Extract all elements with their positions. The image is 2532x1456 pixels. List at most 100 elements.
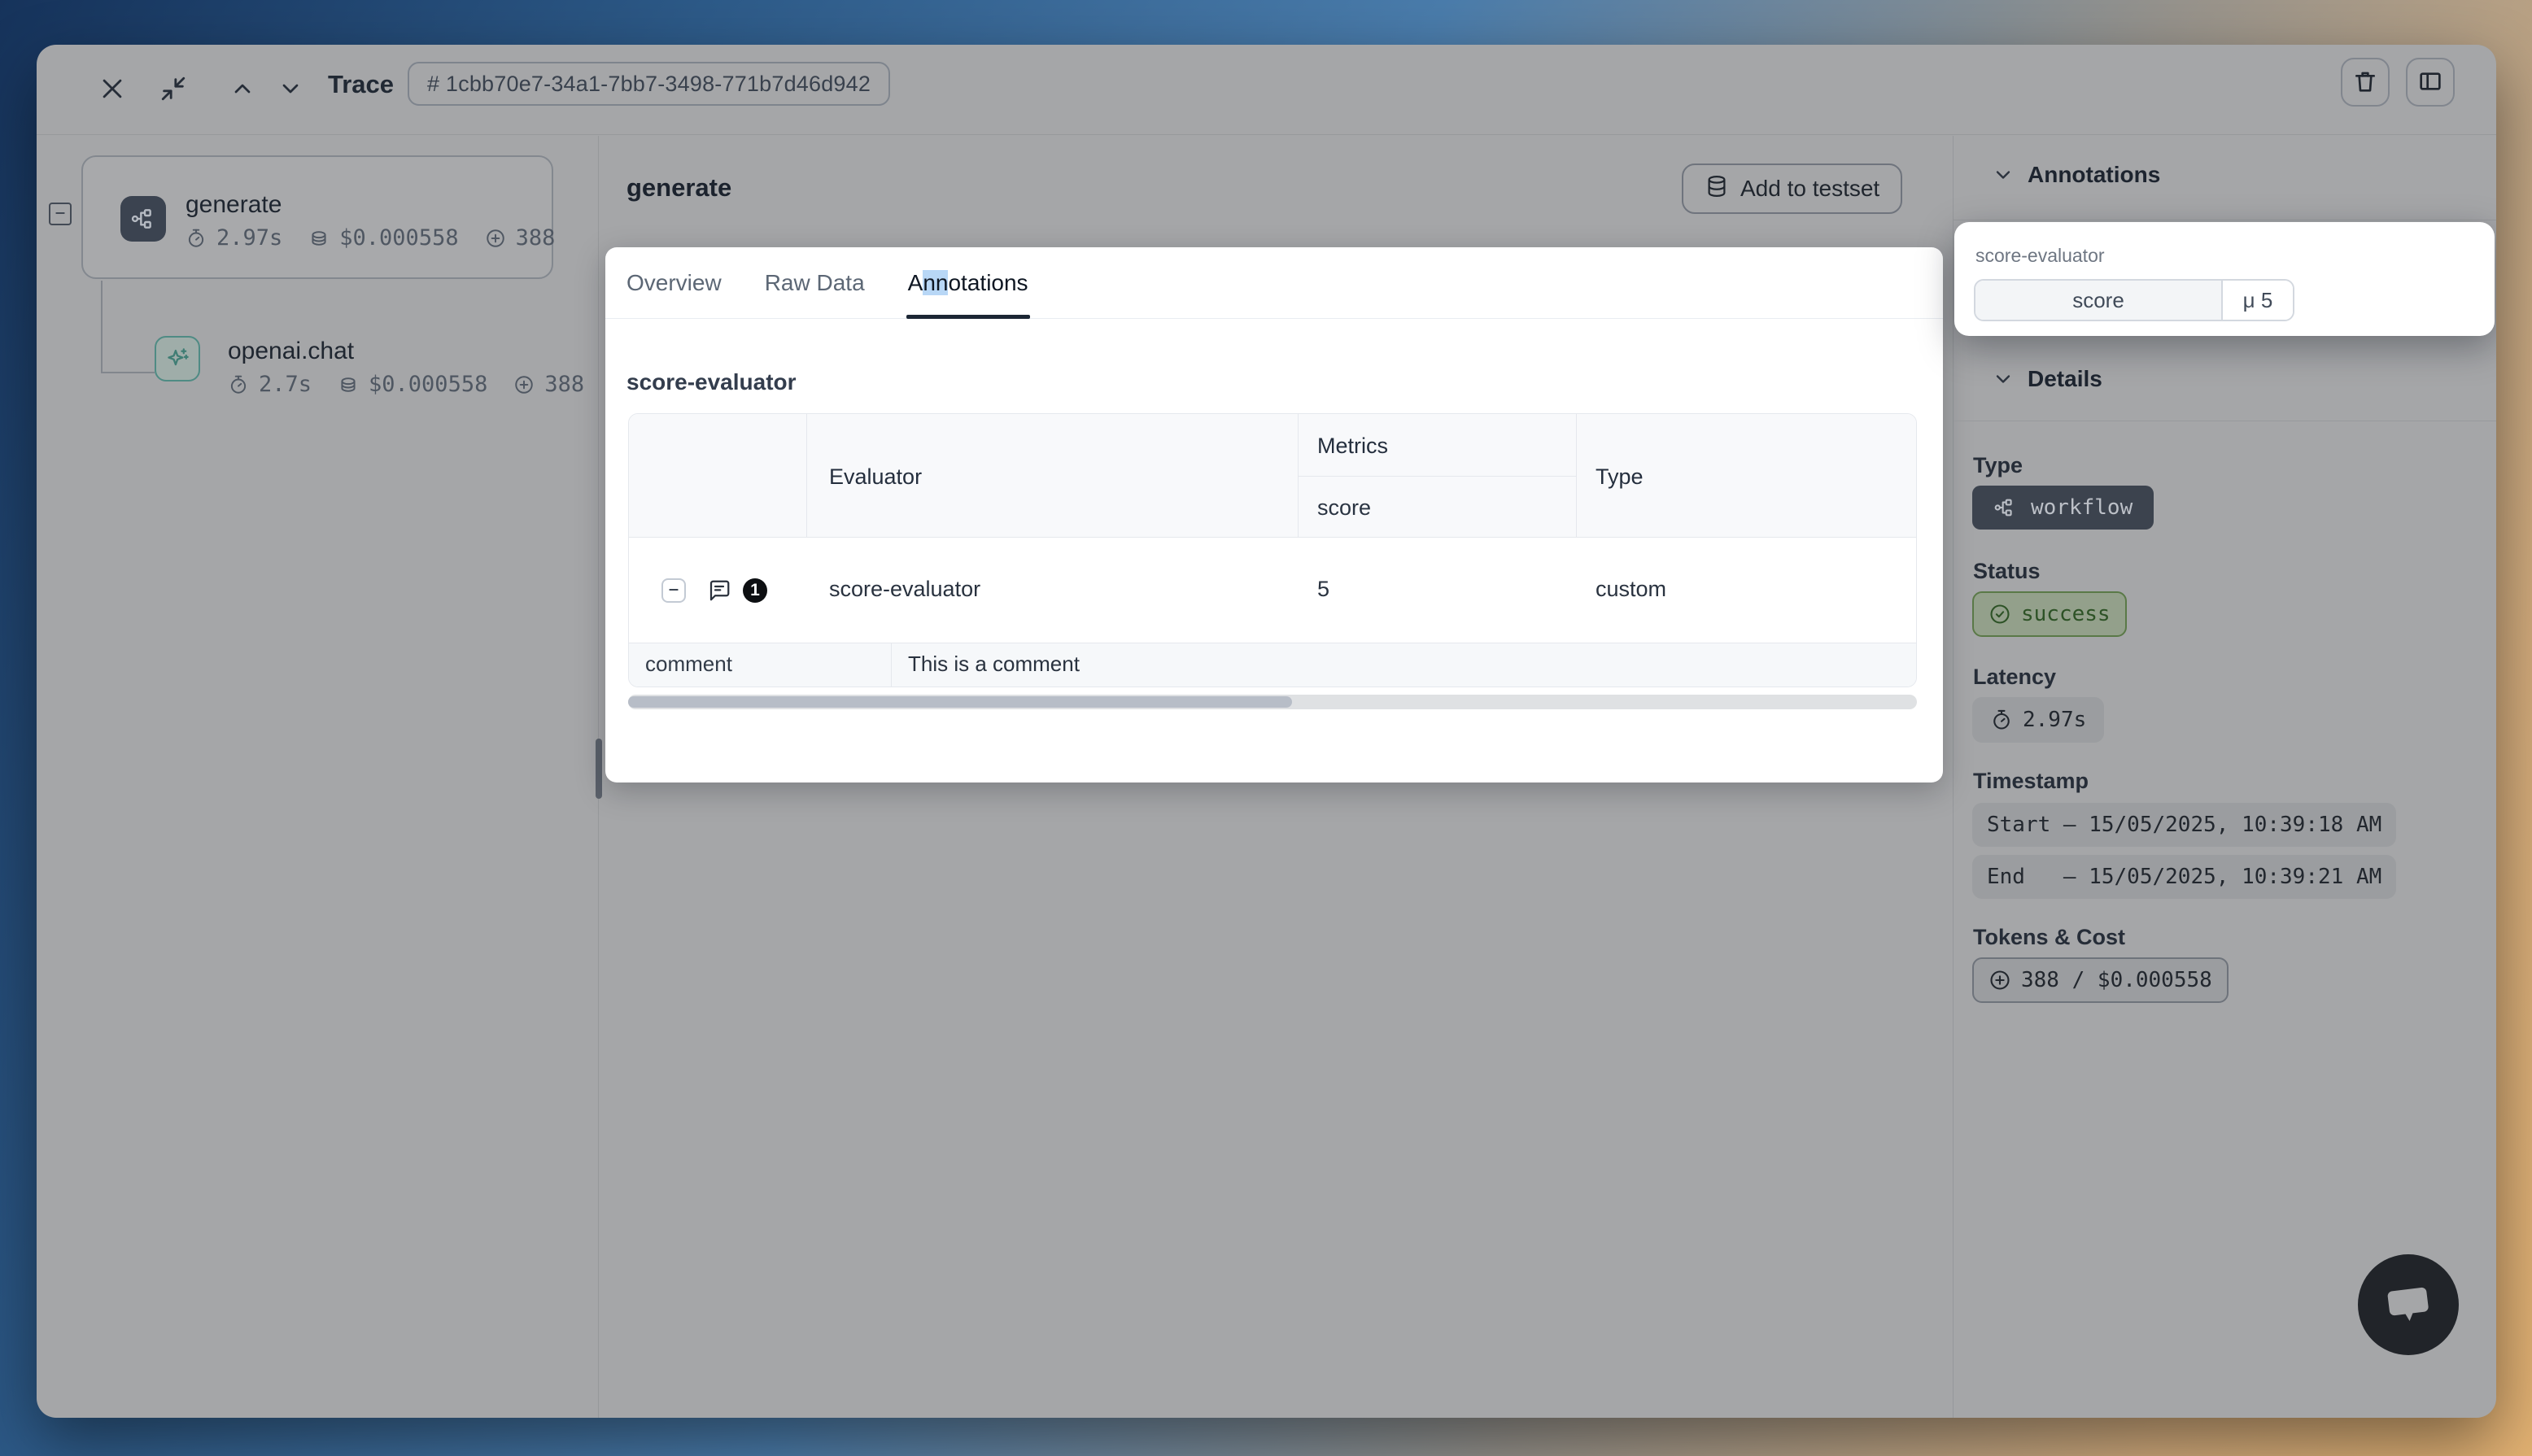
- chevron-down-icon: [1992, 368, 2015, 390]
- node-stats: 2.7s $0.000558 388: [228, 372, 584, 397]
- column-header-evaluator: Evaluator: [829, 464, 922, 490]
- close-button[interactable]: [94, 45, 131, 135]
- node-stats: 2.97s $0.000558 388: [186, 225, 555, 251]
- tokens-cost-badge: 388 / $0.000558: [1972, 957, 2229, 1003]
- side-panel-toggle-button[interactable]: [2406, 58, 2455, 107]
- tab-label: Annotations: [908, 270, 1028, 296]
- scrollbar-thumb[interactable]: [628, 696, 1292, 708]
- workflow-icon: [1993, 496, 2016, 519]
- panel-layout-icon: [2417, 68, 2443, 97]
- node-cost: $0.000558: [369, 372, 487, 397]
- tab-label: Raw Data: [765, 270, 865, 296]
- workflow-icon: [120, 196, 166, 242]
- add-to-testset-button[interactable]: Add to testset: [1682, 163, 1902, 214]
- column-header-type: Type: [1596, 464, 1644, 490]
- trace-tree-sidebar: generate 2.97s $0.000558 388 openai.chat: [37, 136, 598, 1418]
- column-header-metrics: Metrics: [1317, 434, 1388, 459]
- node-latency: 2.7s: [259, 372, 312, 397]
- table-header: Evaluator Metrics score Type: [629, 414, 1916, 538]
- tree-connector: [101, 281, 103, 372]
- status-value: success: [2021, 602, 2111, 626]
- database-icon: [1705, 174, 1729, 204]
- text-selection: nn: [923, 270, 948, 295]
- annotation-evaluator-label: score-evaluator: [1975, 245, 2105, 267]
- tokens-cost-value: 388 / $0.000558: [2021, 968, 2212, 992]
- annotations-table: Evaluator Metrics score Type: [628, 413, 1917, 687]
- chat-bubble-icon: [2377, 1273, 2439, 1337]
- span-title: generate: [626, 173, 731, 203]
- latency-value: 2.97s: [2023, 708, 2086, 732]
- column-subheader-score: score: [1317, 495, 1371, 521]
- stopwatch-icon: [1990, 708, 2013, 731]
- chevron-down-icon: [277, 76, 303, 104]
- type-label: Type: [1973, 453, 2023, 478]
- timestamp-start-badge: Start – 15/05/2025, 10:39:18 AM: [1972, 803, 2396, 847]
- annotation-popover: score-evaluator score μ 5: [1954, 222, 2495, 336]
- comment-icon: [707, 578, 731, 607]
- node-tokens: 388: [544, 372, 584, 397]
- row-collapse-button[interactable]: [661, 578, 686, 603]
- cell-type: custom: [1596, 577, 1666, 602]
- add-to-testset-label: Add to testset: [1740, 176, 1879, 202]
- coins-icon: [338, 374, 359, 395]
- timestamp-label: Timestamp: [1973, 769, 2089, 794]
- plus-circle-icon: [1988, 969, 2011, 992]
- delete-trace-button[interactable]: [2341, 58, 2390, 107]
- header-divider: [1298, 476, 1576, 477]
- cell-evaluator: score-evaluator: [829, 577, 980, 602]
- cell-score: 5: [1317, 577, 1329, 602]
- node-name: generate: [186, 191, 282, 219]
- tree-node-generate[interactable]: generate 2.97s $0.000558 388: [81, 155, 553, 279]
- metric-name-button[interactable]: score: [1975, 281, 2223, 320]
- tab-label: Overview: [626, 270, 722, 296]
- latency-label: Latency: [1973, 665, 2056, 690]
- latency-badge: 2.97s: [1972, 697, 2104, 743]
- trash-icon: [2352, 68, 2378, 97]
- plus-circle-icon: [485, 228, 506, 249]
- type-badge: workflow: [1972, 486, 2154, 530]
- plus-circle-icon: [513, 374, 535, 395]
- trace-drawer: Trace # 1cbb70e7-34a1-7bb7-3498-771b7d46…: [37, 45, 2496, 1418]
- tab-raw-data[interactable]: Raw Data: [765, 247, 865, 319]
- coins-icon: [308, 228, 330, 249]
- details-sidebar: Annotations score-evaluator score μ 5 De…: [1954, 136, 2496, 1418]
- tab-annotations[interactable]: Annotations: [908, 247, 1028, 319]
- tree-connector: [101, 372, 155, 373]
- tab-overview[interactable]: Overview: [626, 247, 722, 319]
- comment-count-badge: 1: [743, 578, 767, 603]
- minus-icon: [667, 583, 680, 599]
- minimize-button[interactable]: [155, 45, 192, 135]
- status-label: Status: [1973, 559, 2041, 584]
- tree-collapse-toggle[interactable]: [49, 203, 72, 225]
- tokens-cost-label: Tokens & Cost: [1973, 925, 2125, 950]
- comment-row: comment This is a comment: [629, 643, 1916, 687]
- node-cost: $0.000558: [339, 225, 458, 251]
- node-name: openai.chat: [228, 338, 354, 365]
- page-title: Trace: [328, 70, 394, 99]
- metric-value-button[interactable]: μ 5: [2223, 281, 2293, 320]
- annotations-section-header[interactable]: Annotations: [1992, 162, 2160, 188]
- support-chat-button[interactable]: [2358, 1254, 2459, 1355]
- next-trace-button[interactable]: [272, 45, 309, 135]
- trace-id-badge: # 1cbb70e7-34a1-7bb7-3498-771b7d46d942: [408, 62, 890, 106]
- minus-square-icon: [54, 207, 67, 222]
- details-section-label: Details: [2028, 366, 2102, 392]
- sparkles-icon: [155, 336, 200, 381]
- check-circle-icon: [1988, 603, 2011, 626]
- table-row: 1 score-evaluator 5 custom: [629, 538, 1916, 643]
- chevron-down-icon: [1992, 163, 2015, 186]
- close-icon: [98, 75, 126, 105]
- prev-trace-button[interactable]: [224, 45, 261, 135]
- sidebar-resize-handle[interactable]: [596, 739, 602, 799]
- type-value: workflow: [2031, 495, 2133, 520]
- tab-bar: Overview Raw Data Annotations: [605, 247, 1943, 319]
- horizontal-scrollbar[interactable]: [628, 695, 1917, 709]
- chevron-up-icon: [229, 76, 255, 104]
- node-latency: 2.97s: [216, 225, 282, 251]
- metric-pill: score μ 5: [1974, 279, 2294, 321]
- node-tokens: 388: [516, 225, 556, 251]
- details-section-header[interactable]: Details: [1992, 366, 2102, 392]
- page-background: Trace # 1cbb70e7-34a1-7bb7-3498-771b7d46…: [0, 0, 2532, 1456]
- topbar: Trace # 1cbb70e7-34a1-7bb7-3498-771b7d46…: [37, 45, 2496, 135]
- comment-value: This is a comment: [892, 643, 1916, 687]
